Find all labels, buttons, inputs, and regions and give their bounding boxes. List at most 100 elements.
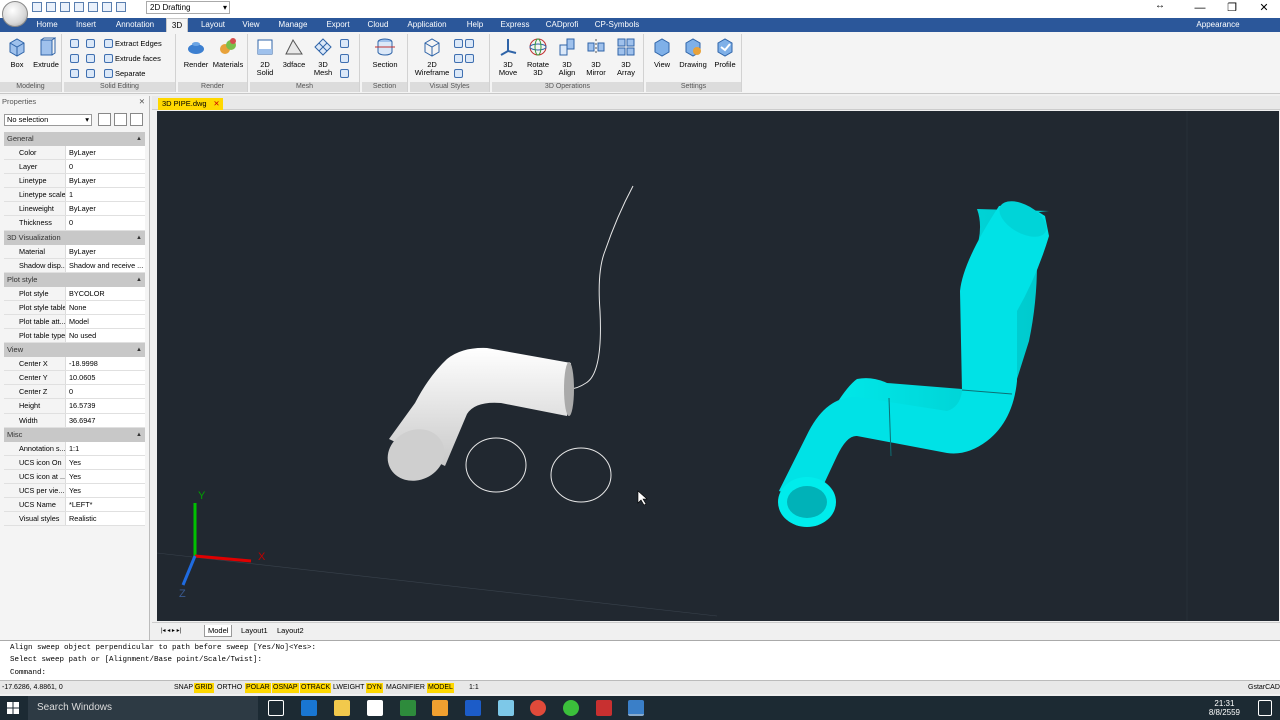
category-misc[interactable]: Misc [4,427,145,442]
profile-circle[interactable] [550,447,612,503]
lweight-toggle[interactable]: LWEIGHT [332,683,365,693]
tab-annotation[interactable]: Annotation [108,18,162,32]
profile-settings-button[interactable]: Profile [710,37,740,69]
toggle-pickadd-icon[interactable] [98,113,111,126]
windows-start-icon[interactable] [7,702,19,714]
ortho-toggle[interactable]: ORTHO [216,683,243,693]
grid-toggle[interactable]: GRID [194,683,214,693]
property-row[interactable]: UCS icon On Yes [4,455,145,470]
command-window[interactable]: Align sweep object perpendicular to path… [0,640,1280,680]
property-row[interactable]: Width 36.6947 [4,413,145,428]
quick-select-icon[interactable] [130,113,143,126]
save-icon[interactable] [60,2,70,12]
property-row[interactable]: Visual styles Realistic [4,512,145,527]
store-icon[interactable] [367,700,383,716]
tab-home[interactable]: Home [30,18,64,32]
section-button[interactable]: Section [368,37,402,69]
2d-wireframe-button[interactable]: 2D Wireframe [412,37,452,77]
property-row[interactable]: UCS icon at ... Yes [4,469,145,484]
render-button[interactable]: Render [180,37,212,69]
tab-layout[interactable]: Layout [196,18,230,32]
property-value[interactable]: ByLayer [66,202,145,216]
profile-circle[interactable] [465,437,527,493]
property-value[interactable]: 10.0605 [66,371,145,385]
annotation-scale[interactable]: 1:1 [468,683,480,693]
excel-icon[interactable] [400,700,416,716]
property-value[interactable]: 16.5739 [66,399,145,413]
model-toggle[interactable]: MODEL [427,683,454,693]
app-icon[interactable] [498,700,514,716]
tab-export[interactable]: Export [320,18,356,32]
property-row[interactable]: UCS Name *LEFT* [4,497,145,513]
property-row[interactable]: Color ByLayer [4,146,145,161]
mesh-tool-2[interactable] [340,54,349,63]
tab-model[interactable]: Model [204,625,233,637]
polar-toggle[interactable]: POLAR [245,683,271,693]
3d-mesh-button[interactable]: 3D Mesh [310,37,336,77]
new-icon[interactable] [32,2,42,12]
property-row[interactable]: Linetype ByLayer [4,174,145,189]
close-button[interactable]: ✕ [1248,0,1280,18]
property-value[interactable]: 0 [66,216,145,230]
property-value[interactable]: Yes [66,455,145,469]
print-icon[interactable] [88,2,98,12]
tab-express[interactable]: Express [496,18,534,32]
property-value[interactable]: None [66,300,145,314]
workspace-dropdown[interactable]: 2D Drafting [146,1,230,14]
property-row[interactable]: Plot table att... Model [4,314,145,330]
property-row[interactable]: Thickness 0 [4,216,145,231]
sweep-path-polyline[interactable] [568,185,634,390]
pdf-icon[interactable] [596,700,612,716]
property-value[interactable]: 1 [66,188,145,202]
minimize-button[interactable]: — [1184,0,1216,18]
property-row[interactable]: Plot style table None [4,300,145,315]
separate-button[interactable]: Separate [104,69,145,78]
property-row[interactable]: Plot table type No used [4,329,145,344]
open-icon[interactable] [46,2,56,12]
tab-cloud[interactable]: Cloud [363,18,393,32]
box-button[interactable]: Box [4,37,30,69]
3dface-button[interactable]: 3dface [280,37,308,69]
snap-toggle[interactable]: SNAP [173,683,194,693]
edge-browser-icon[interactable] [301,700,317,716]
3d-align-button[interactable]: 3D Align [554,37,580,77]
solid-edit-tool-3[interactable] [70,69,79,78]
close-icon[interactable]: ✕ [213,98,219,110]
property-row[interactable]: Layer 0 [4,160,145,175]
dyn-toggle[interactable]: DYN [366,683,383,693]
property-value[interactable]: 0 [66,160,145,174]
line-app-icon[interactable] [563,700,579,716]
tab-cp-symbols[interactable]: CP-Symbols [592,18,642,32]
solid-edit-tool-6[interactable] [86,69,95,78]
visual-style-manager[interactable] [454,69,463,78]
magnifier-toggle[interactable]: MAGNIFIER [385,683,426,693]
taskbar-search-box[interactable]: Search Windows [28,696,258,720]
property-row[interactable]: UCS per vie... Yes [4,483,145,498]
solid-edit-tool-1[interactable] [70,39,79,48]
chrome-icon[interactable] [530,700,546,716]
property-value[interactable]: 1:1 [66,441,145,455]
property-value[interactable]: Model [66,314,145,329]
property-value[interactable]: 0 [66,385,145,399]
property-row[interactable]: Material ByLayer [4,244,145,259]
property-value[interactable]: Shadow and receive ... [66,258,145,272]
drawing-settings-button[interactable]: Drawing [677,37,709,69]
category-plot[interactable]: Plot style [4,272,145,287]
white-pipe-solid[interactable] [379,347,574,490]
property-row[interactable]: Shadow disp... Shadow and receive ... [4,258,145,273]
tab-view[interactable]: View [238,18,264,32]
property-value[interactable]: ByLayer [66,146,145,160]
extract-edges-button[interactable]: Extract Edges [104,39,162,48]
property-row[interactable]: Center Y 10.0605 [4,371,145,386]
tab-help[interactable]: Help [462,18,488,32]
app-icon[interactable] [432,700,448,716]
tab-insert[interactable]: Insert [70,18,102,32]
property-row[interactable]: Center Z0 [4,385,145,400]
select-objects-icon[interactable] [114,113,127,126]
solid-edit-tool-2[interactable] [70,54,79,63]
property-row[interactable]: Height 16.5739 [4,399,145,414]
application-menu-button[interactable] [2,1,28,27]
property-row[interactable]: Annotation s... 1:1 [4,441,145,456]
visual-style-hidden[interactable] [454,39,474,48]
property-row[interactable]: Plot style BYCOLOR [4,286,145,301]
